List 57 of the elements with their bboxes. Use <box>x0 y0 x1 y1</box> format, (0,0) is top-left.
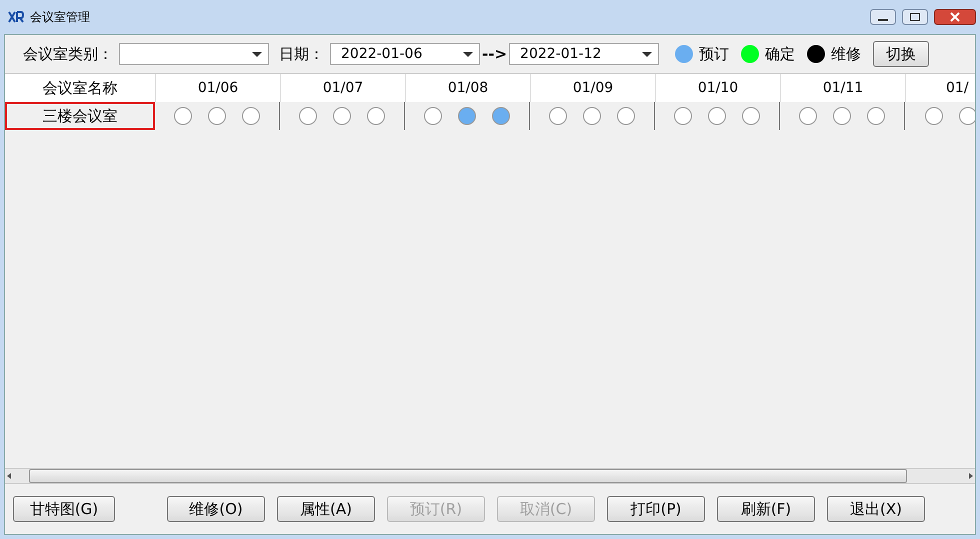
date-header: 01/09 <box>531 74 656 102</box>
action-button[interactable]: 甘特图(G) <box>13 496 115 522</box>
action-button[interactable]: 属性(A) <box>277 496 375 522</box>
legend-label: 确定 <box>765 44 796 64</box>
time-slot[interactable] <box>867 107 885 125</box>
close-icon[interactable] <box>934 9 976 25</box>
start-date-field[interactable]: 2022-01-06 <box>330 43 480 65</box>
caret-icon <box>252 52 262 56</box>
scroll-thumb[interactable] <box>29 469 907 483</box>
time-slot[interactable] <box>799 107 817 125</box>
switch-button[interactable]: 切换 <box>873 41 930 67</box>
window-title: 会议室管理 <box>30 8 90 26</box>
legend-label: 维修 <box>831 44 862 64</box>
date-label: 日期： <box>279 44 324 64</box>
time-slot[interactable] <box>367 107 385 125</box>
horizontal-scrollbar[interactable] <box>5 468 975 483</box>
action-button[interactable]: 退出(X) <box>827 496 925 522</box>
end-date-field[interactable]: 2022-01-12 <box>509 43 660 65</box>
minimize-icon[interactable] <box>870 9 896 25</box>
time-slot[interactable] <box>742 107 760 125</box>
date-header: 01/08 <box>406 74 531 102</box>
date-header: 01/06 <box>156 74 281 102</box>
date-header: 01/07 <box>281 74 406 102</box>
time-slot[interactable] <box>242 107 260 125</box>
action-button[interactable]: 刷新(F) <box>717 496 815 522</box>
time-slot[interactable] <box>492 107 510 125</box>
time-slot[interactable] <box>959 107 975 125</box>
time-slot[interactable] <box>925 107 943 125</box>
time-slot[interactable] <box>674 107 692 125</box>
category-dropdown[interactable] <box>119 43 269 65</box>
maximize-icon[interactable] <box>902 9 928 25</box>
scroll-right-icon[interactable] <box>967 472 975 480</box>
date-header: 01/10 <box>656 74 781 102</box>
room-name-cell[interactable]: 三楼会议室 <box>5 102 155 130</box>
app-logo-icon <box>8 11 24 23</box>
time-slot[interactable] <box>424 107 442 125</box>
time-slot[interactable] <box>174 107 192 125</box>
time-slot[interactable] <box>333 107 351 125</box>
action-button[interactable]: 打印(P) <box>607 496 705 522</box>
date-header: 01/ <box>945 79 970 98</box>
legend-label: 预订 <box>699 44 730 64</box>
category-label: 会议室类别： <box>23 44 113 64</box>
range-arrow: --> <box>482 45 508 63</box>
caret-icon <box>463 52 473 56</box>
time-slot[interactable] <box>299 107 317 125</box>
time-slot[interactable] <box>549 107 567 125</box>
time-slot[interactable] <box>208 107 226 125</box>
action-button[interactable]: 维修(O) <box>167 496 265 522</box>
time-slot[interactable] <box>458 107 476 125</box>
time-slot[interactable] <box>617 107 635 125</box>
column-header: 会议室名称 <box>5 74 156 102</box>
date-header: 01/11 <box>781 74 906 102</box>
caret-icon <box>642 52 652 56</box>
time-slot[interactable] <box>833 107 851 125</box>
time-slot[interactable] <box>583 107 601 125</box>
time-slot[interactable] <box>708 107 726 125</box>
scroll-left-icon[interactable] <box>5 472 13 480</box>
